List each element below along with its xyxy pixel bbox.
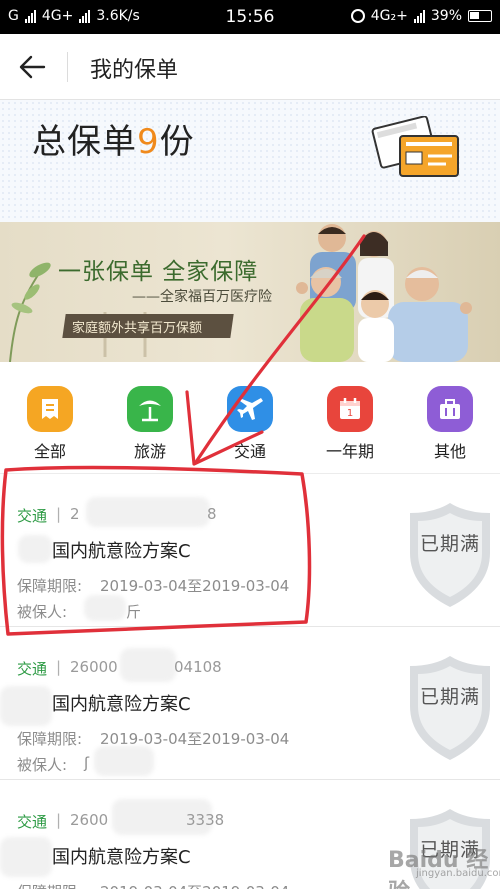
category-label: 其他 [433,442,466,461]
redaction-blur [84,595,126,621]
policy-card[interactable]: 交通 | 26000 04108 国内航意险方案C 保障期限: 2019-03-… [0,628,500,780]
policy-number-end: 3338 [186,811,225,829]
policy-number-start: 2 [70,505,80,523]
redaction-blur [18,535,52,563]
status-bar: G 4G+ 3.6K/s 15:56 4G₂+ 39% [0,0,500,34]
policy-type: 交通 [17,660,48,678]
banner-tag: 家庭额外共享百万保额 [72,321,203,336]
title-divider [67,52,68,82]
policy-card[interactable]: 交通 | 2 8 国内航意险方案C 保障期限: 2019-03-04至2019-… [0,475,500,627]
category-other[interactable]: 其他 [400,386,500,462]
summary-count: 9 [137,122,160,162]
policy-period-label: 保障期限: [17,730,83,748]
palm-tree-icon [127,386,173,432]
policy-summary: 总保单9份 [0,100,500,222]
redaction-blur [120,648,176,682]
insured-name-end: 斤 [126,603,142,621]
watermark-url: jingyan.baidu.com [416,868,500,879]
insured-name-end: ʃ [84,754,90,772]
policy-separator: | [56,811,62,829]
category-transport[interactable]: 交通 [200,386,300,462]
policy-type: 交通 [17,813,48,831]
plant-icon [9,262,51,362]
insured-label: 被保人: [17,603,68,621]
policy-period-label: 保障期限: [17,577,83,595]
policy-number-end: 04108 [174,658,222,676]
category-label: 交通 [233,442,266,461]
category-label: 一年期 [325,442,374,461]
insured-label: 被保人: [17,756,68,774]
policy-name: 国内航意险方案C [52,694,191,715]
policy-number-end: 8 [207,505,217,523]
redaction-blur [0,686,52,726]
policy-separator: | [56,658,62,676]
policy-document-icon [371,116,459,177]
promo-banner[interactable]: 一张保单 全家保障 ——全家福百万医疗险 家庭额外共享百万保额 [0,222,500,362]
banner-headline: 一张保单 全家保障 [58,259,259,285]
policy-separator: | [56,505,62,523]
policy-name: 国内航意险方案C [52,541,191,562]
policy-status: 已期满 [419,686,480,708]
airplane-icon [227,386,273,432]
policy-type: 交通 [17,507,48,525]
policy-period: 2019-03-04至2019-03-04 [100,577,290,595]
signal-icon-3 [413,9,425,23]
page-title: 我的保单 [90,58,179,83]
battery-percent: 39% [430,8,462,24]
redaction-blur [86,497,210,527]
policy-name: 国内航意险方案C [52,847,191,868]
category-label: 全部 [33,442,66,461]
policy-status: 已期满 [419,533,480,555]
category-all[interactable]: 全部 [0,386,100,462]
policy-number-start: 26000 [70,658,118,676]
summary-prefix: 总保单 [32,122,137,162]
banner-subline: ——全家福百万医疗险 [132,289,272,305]
battery-icon [468,10,492,22]
category-travel[interactable]: 旅游 [100,386,200,462]
category-annual[interactable]: 1 一年期 [300,386,400,462]
category-tabs: 全部 旅游 交通 1 一年期 其他 [0,362,500,474]
policy-number-start: 2600 [70,811,109,829]
title-bar: 我的保单 [0,34,500,100]
briefcase-icon [427,386,473,432]
category-label: 旅游 [133,442,166,461]
policy-period: 2019-03-04至2019-03-04 [100,881,289,889]
receipt-icon [27,386,73,432]
redaction-blur [0,837,52,877]
redaction-blur [94,746,154,776]
watermark: Baidu 经验 [388,848,489,889]
alarm-icon [350,9,365,23]
total-policies: 总保单9份 [32,114,195,163]
family-photo [296,224,472,362]
calendar-icon: 1 [327,386,373,432]
back-arrow-icon[interactable] [12,47,52,87]
policy-period-label: 保障期限: [17,881,82,889]
svg-text:1: 1 [347,408,353,419]
summary-suffix: 份 [159,122,195,162]
network-right-label: 4G₂+ [370,8,408,24]
